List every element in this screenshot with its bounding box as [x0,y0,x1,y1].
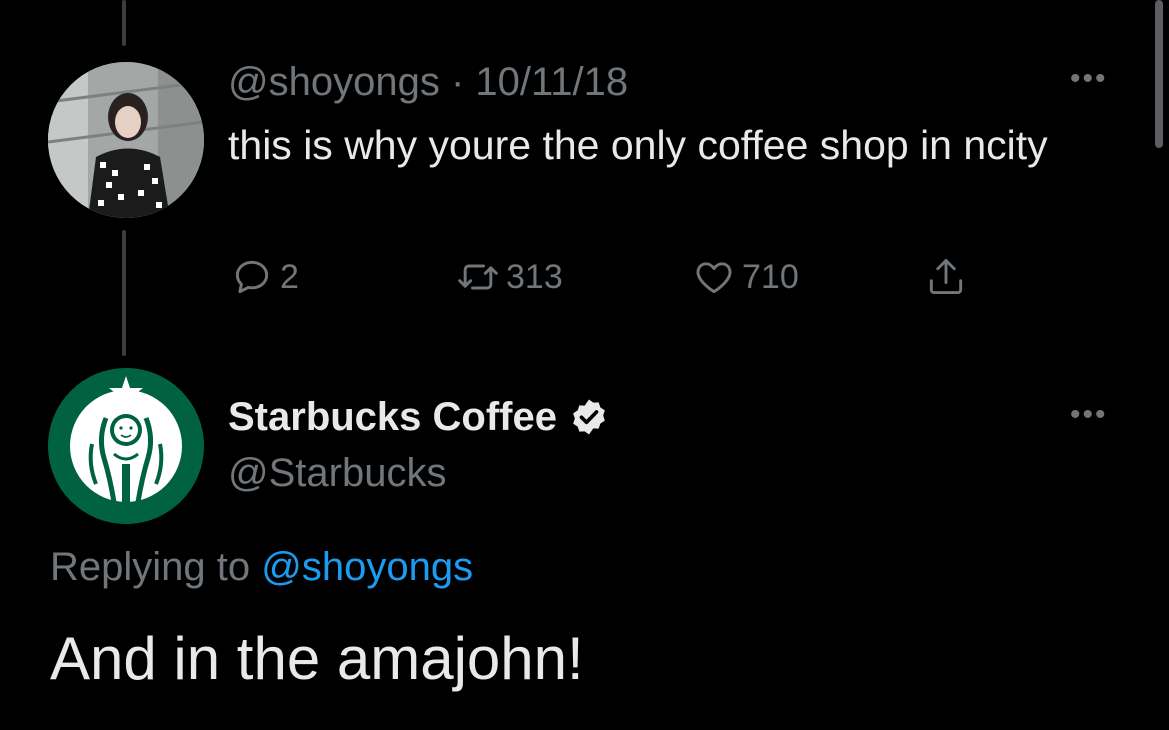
like-button[interactable]: 710 [692,254,799,300]
thread-connector [122,230,126,356]
header-separator: · [450,60,465,104]
like-count: 710 [742,257,799,296]
more-options-icon[interactable]: ••• [1070,64,1108,94]
reply-tweet-text: And in the amajohn! [50,625,584,692]
starbucks-avatar[interactable] [48,368,204,524]
scrollbar[interactable] [1155,0,1163,148]
author-handle[interactable]: @Starbucks [228,448,446,498]
author-display-name[interactable]: Starbucks Coffee [228,392,609,442]
reply-count: 2 [280,257,299,296]
retweet-count: 313 [506,257,563,296]
heart-icon [696,262,732,294]
thread-connector-top [122,0,126,46]
user-avatar[interactable] [48,62,204,218]
share-icon [929,259,963,295]
tweet-header: @shoyongs · 10/11/18 [228,58,628,106]
starbucks-siren-logo-icon [48,368,204,524]
reply-icon [235,260,269,294]
tweet-text: this is why youre the only coffee shop i… [228,122,1048,168]
tweet-date[interactable]: 10/11/18 [475,60,628,104]
verified-badge-icon [573,399,605,435]
display-name-text: Starbucks Coffee [228,395,557,439]
replying-to: Replying to @shoyongs [50,542,473,592]
share-button[interactable] [924,254,968,300]
replying-to-label: Replying to [50,545,251,589]
replying-to-mention[interactable]: @shoyongs [261,545,473,589]
author-handle[interactable]: @shoyongs [228,60,440,104]
retweet-icon [458,264,498,290]
reply-button[interactable]: 2 [230,254,299,300]
retweet-button[interactable]: 313 [456,254,563,300]
profile-photo-icon [48,62,204,218]
more-options-icon[interactable]: ••• [1070,400,1108,430]
